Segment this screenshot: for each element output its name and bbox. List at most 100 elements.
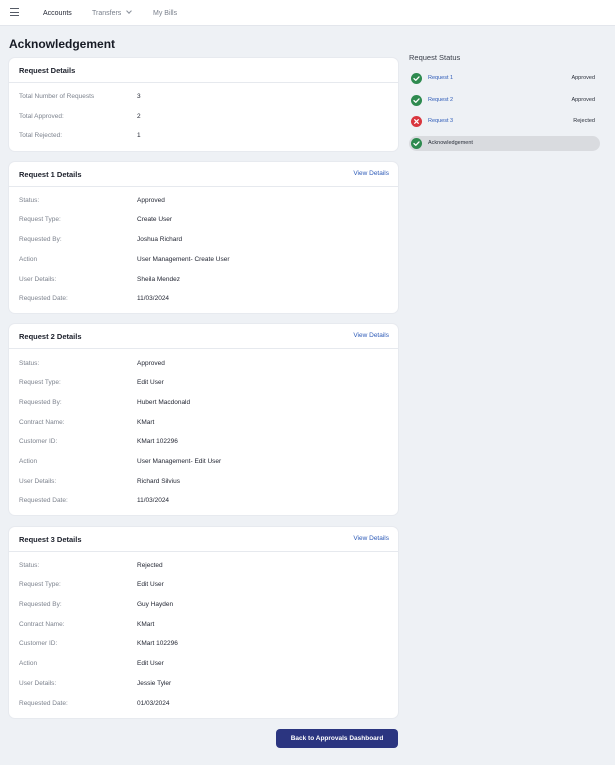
- row-label: Requested By:: [19, 399, 62, 406]
- detail-row: Requested By: Hubert Macdonald: [19, 399, 389, 409]
- detail-row: Action Edit User: [19, 660, 389, 670]
- detail-row: Status: Approved: [19, 197, 389, 207]
- row-value: KMart 102296: [137, 438, 178, 445]
- card-title: Request 3 Details: [19, 535, 82, 544]
- summary-row: Total Approved: 2: [19, 113, 389, 123]
- row-label: Contract Name:: [19, 419, 65, 426]
- row-value: Guy Hayden: [137, 601, 174, 608]
- detail-row: Request Type: Edit User: [19, 581, 389, 591]
- detail-row: Contract Name: KMart: [19, 419, 389, 429]
- row-label: Action: [19, 458, 38, 465]
- row-label: Requested Date:: [19, 295, 68, 302]
- status-step-request-2[interactable]: Request 2 Approved: [409, 93, 600, 108]
- row-value: Jessie Tyler: [137, 680, 172, 687]
- row-value: 2: [137, 113, 141, 120]
- row-label: Requested By:: [19, 601, 62, 608]
- row-label: Action: [19, 256, 38, 263]
- detail-row: Customer ID: KMart 102296: [19, 438, 389, 448]
- check-icon: [411, 73, 422, 84]
- nav-transfers-label: Transfers: [92, 10, 122, 17]
- row-value: 11/03/2024: [137, 295, 170, 302]
- row-value: Edit User: [137, 379, 164, 386]
- row-value: User Management- Edit User: [137, 458, 222, 465]
- nav-transfers[interactable]: Transfers: [92, 0, 133, 26]
- step-status: Approved: [571, 97, 595, 103]
- row-label: Total Rejected:: [19, 132, 62, 139]
- view-details-link[interactable]: View Details: [353, 332, 389, 339]
- nav-my-bills-label: My Bills: [153, 10, 178, 17]
- card-header: Request Details: [9, 58, 398, 83]
- row-label: Status:: [19, 197, 40, 204]
- row-value: 3: [137, 93, 141, 100]
- detail-row: User Details: Sheila Mendez: [19, 276, 389, 286]
- detail-row: Status: Approved: [19, 360, 389, 370]
- row-label: User Details:: [19, 276, 57, 283]
- detail-row: Requested Date: 11/03/2024: [19, 497, 389, 507]
- card-title: Request 1 Details: [19, 170, 82, 179]
- row-value: 01/03/2024: [137, 700, 170, 707]
- row-value: Rejected: [137, 562, 163, 569]
- row-label: Requested By:: [19, 236, 62, 243]
- status-step-acknowledgement: Acknowledgement: [409, 136, 600, 151]
- page-title: Acknowledgement: [9, 37, 116, 51]
- row-label: Total Number of Requests: [19, 93, 95, 100]
- request-3-card: Request 3 Details View Details Status: Re…: [9, 527, 398, 718]
- row-label: Contract Name:: [19, 621, 65, 628]
- row-value: Hubert Macdonald: [137, 399, 191, 406]
- detail-row: User Details: Jessie Tyler: [19, 680, 389, 690]
- row-label: Status:: [19, 360, 40, 367]
- row-value: Edit User: [137, 581, 164, 588]
- row-label: Request Type:: [19, 216, 61, 223]
- row-value: Edit User: [137, 660, 164, 667]
- status-step-request-1[interactable]: Request 1 Approved: [409, 71, 600, 86]
- row-value: KMart: [137, 621, 155, 628]
- detail-row: Request Type: Edit User: [19, 379, 389, 389]
- step-label[interactable]: Request 3: [428, 118, 453, 124]
- row-value: Approved: [137, 360, 165, 367]
- top-nav-bar: Accounts Transfers My Bills: [0, 0, 615, 26]
- check-icon: [411, 95, 422, 106]
- step-label[interactable]: Request 1: [428, 75, 453, 81]
- row-label: Customer ID:: [19, 640, 58, 647]
- row-label: Total Approved:: [19, 113, 64, 120]
- step-label[interactable]: Request 2: [428, 97, 453, 103]
- step-label: Acknowledgement: [428, 140, 473, 146]
- detail-row: Action User Management- Edit User: [19, 458, 389, 468]
- row-value: Joshua Richard: [137, 236, 183, 243]
- row-value: 11/03/2024: [137, 497, 170, 504]
- detail-row: Action User Management- Create User: [19, 256, 389, 266]
- card-header: Request 1 Details View Details: [9, 162, 398, 187]
- detail-row: Requested Date: 11/03/2024: [19, 295, 389, 305]
- view-details-link[interactable]: View Details: [353, 535, 389, 542]
- card-title: Request Details: [19, 66, 76, 75]
- nav-accounts[interactable]: Accounts: [43, 0, 72, 26]
- cross-icon: [411, 116, 422, 127]
- nav-my-bills[interactable]: My Bills: [153, 0, 177, 26]
- step-status: Rejected: [573, 118, 595, 124]
- row-label: Customer ID:: [19, 438, 58, 445]
- status-panel-title: Request Status: [409, 53, 461, 62]
- status-step-request-3[interactable]: Request 3 Rejected: [409, 114, 600, 129]
- detail-row: Request Type: Create User: [19, 216, 389, 226]
- request-summary-card: Request Details Total Number of Requests…: [9, 58, 398, 151]
- back-to-dashboard-button[interactable]: Back to Approvals Dashboard: [276, 729, 398, 748]
- row-value: User Management- Create User: [137, 256, 230, 263]
- step-status: Approved: [571, 75, 595, 81]
- request-2-card: Request 2 Details View Details Status: Ap…: [9, 324, 398, 515]
- detail-row: Requested By: Joshua Richard: [19, 236, 389, 246]
- view-details-link[interactable]: View Details: [353, 170, 389, 177]
- row-label: Request Type:: [19, 379, 61, 386]
- row-value: Create User: [137, 216, 173, 223]
- menu-icon[interactable]: [10, 8, 19, 16]
- row-label: Request Type:: [19, 581, 61, 588]
- chevron-down-icon: [126, 8, 133, 14]
- card-title: Request 2 Details: [19, 332, 82, 341]
- detail-row: User Details: Richard Silvius: [19, 478, 389, 488]
- detail-row: Requested Date: 01/03/2024: [19, 700, 389, 710]
- card-header: Request 3 Details View Details: [9, 527, 398, 552]
- row-label: Status:: [19, 562, 40, 569]
- row-label: User Details:: [19, 478, 57, 485]
- row-value: Sheila Mendez: [137, 276, 180, 283]
- summary-row: Total Rejected: 1: [19, 132, 389, 142]
- row-value: Approved: [137, 197, 165, 204]
